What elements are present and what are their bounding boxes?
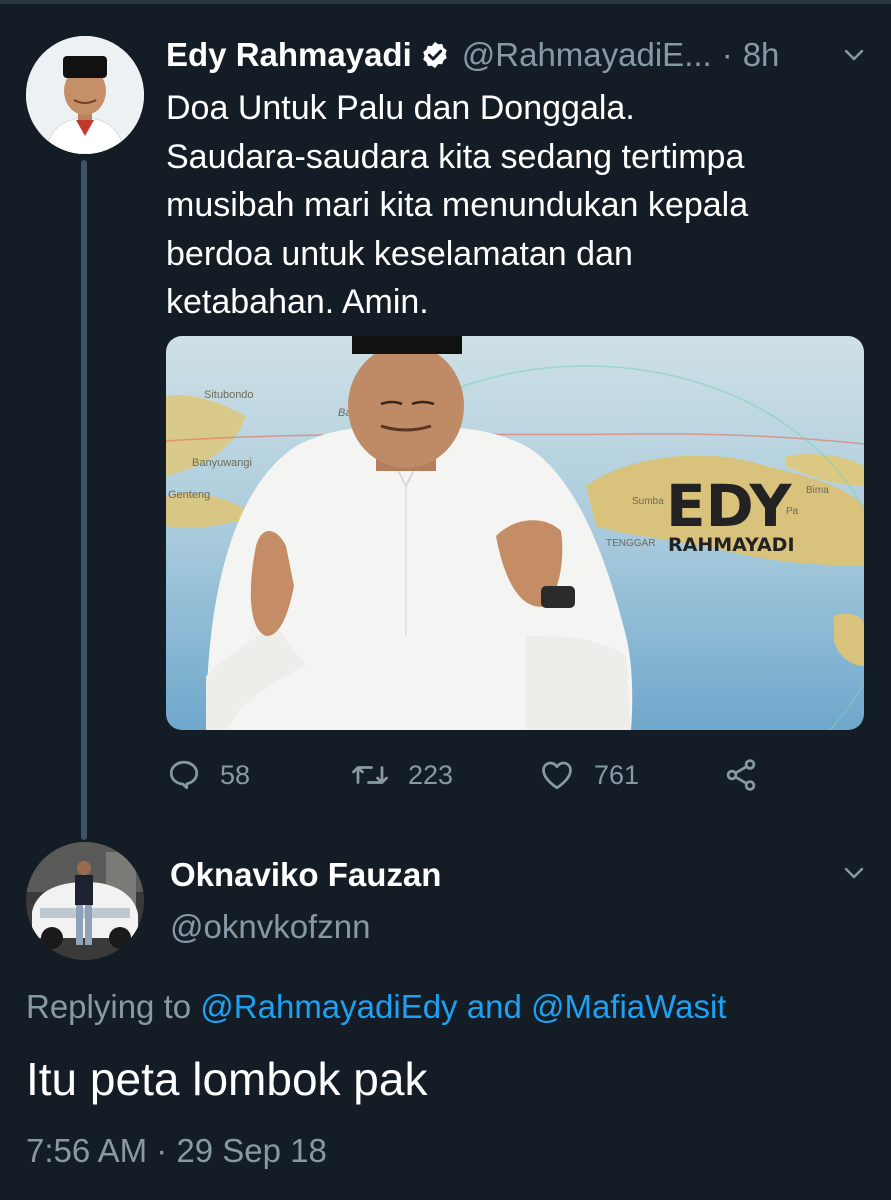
reply-timestamp: 7:56 AM · 29 Sep 18	[26, 1132, 327, 1170]
media-illustration: Situbondo Bal Banyuwangi Genteng Sumba B…	[166, 336, 864, 730]
share-button[interactable]	[722, 750, 778, 800]
like-icon	[542, 761, 572, 790]
map-label: Banyuwangi	[192, 457, 252, 469]
map-label: Genteng	[168, 489, 210, 501]
replying-to-line: Replying to @RahmayadiEdy and @MafiaWasi…	[26, 988, 726, 1026]
like-count: 761	[594, 759, 640, 790]
tweet-time[interactable]: 8h	[743, 36, 780, 74]
avatar-image	[26, 842, 144, 960]
avatar-oknaviko[interactable]	[26, 842, 144, 960]
author-name[interactable]: Edy Rahmayadi	[166, 36, 412, 74]
verified-badge-icon	[423, 41, 447, 69]
map-label: TENGGAR	[606, 538, 655, 549]
meta-separator: ·	[721, 36, 733, 73]
author-handle[interactable]: @RahmayadiE...	[462, 36, 712, 74]
meta-separator: ·	[156, 1132, 168, 1169]
replying-prefix: Replying to	[26, 988, 192, 1025]
tweet-text-line: berdoa untuk keselamatan dan	[166, 234, 633, 273]
retweet-icon	[352, 766, 388, 784]
reply-date[interactable]: 29 Sep 18	[176, 1132, 326, 1169]
mention-link[interactable]: @MafiaWasit	[531, 988, 726, 1025]
reply-count: 58	[220, 759, 251, 790]
thread-connector-line	[81, 160, 87, 840]
share-icon	[726, 759, 756, 791]
tweet-text-line: Doa Untuk Palu dan Donggala.	[166, 89, 635, 127]
tweet-text-line: ketabahan. Amin.	[166, 283, 429, 321]
replying-and[interactable]: and	[467, 988, 522, 1025]
tweet-text-line: Saudara-saudara kita sedang tertimpa	[166, 137, 745, 176]
avatar-edy[interactable]	[26, 36, 144, 154]
avatar-image	[26, 36, 144, 154]
reply-author-handle[interactable]: @oknvkofznn	[170, 908, 370, 946]
reply-button[interactable]: 58	[166, 750, 250, 800]
reply-icon	[169, 760, 199, 790]
like-button[interactable]: 761	[538, 750, 639, 800]
media-overlay-subtitle: RAHMAYADI	[668, 534, 795, 556]
map-label: Situbondo	[204, 389, 254, 401]
tweet-action-bar: 58 223 761	[166, 750, 866, 800]
tweet-media-image[interactable]: Situbondo Bal Banyuwangi Genteng Sumba B…	[166, 336, 864, 730]
mention-link[interactable]: @RahmayadiEdy	[200, 988, 457, 1025]
map-label: Sumba	[632, 496, 664, 507]
chevron-down-icon[interactable]	[843, 44, 865, 66]
retweet-button[interactable]: 223	[350, 750, 453, 800]
retweet-count: 223	[408, 759, 454, 790]
reply-text: Itu peta lombok pak	[26, 1053, 428, 1105]
tweet-header: Edy Rahmayadi @RahmayadiE... · 8h	[166, 30, 866, 80]
tweet-text: Doa Untuk Palu dan Donggala. Saudara-sau…	[166, 84, 856, 327]
reply-author-name[interactable]: Oknaviko Fauzan	[170, 856, 441, 894]
map-label: Bima	[806, 485, 829, 496]
media-overlay-title: EDY	[666, 472, 793, 540]
tweet-text-line: musibah mari kita menundukan kepala	[166, 186, 749, 224]
top-divider	[0, 0, 891, 4]
reply-time[interactable]: 7:56 AM	[26, 1132, 147, 1169]
chevron-down-icon[interactable]	[843, 862, 865, 884]
